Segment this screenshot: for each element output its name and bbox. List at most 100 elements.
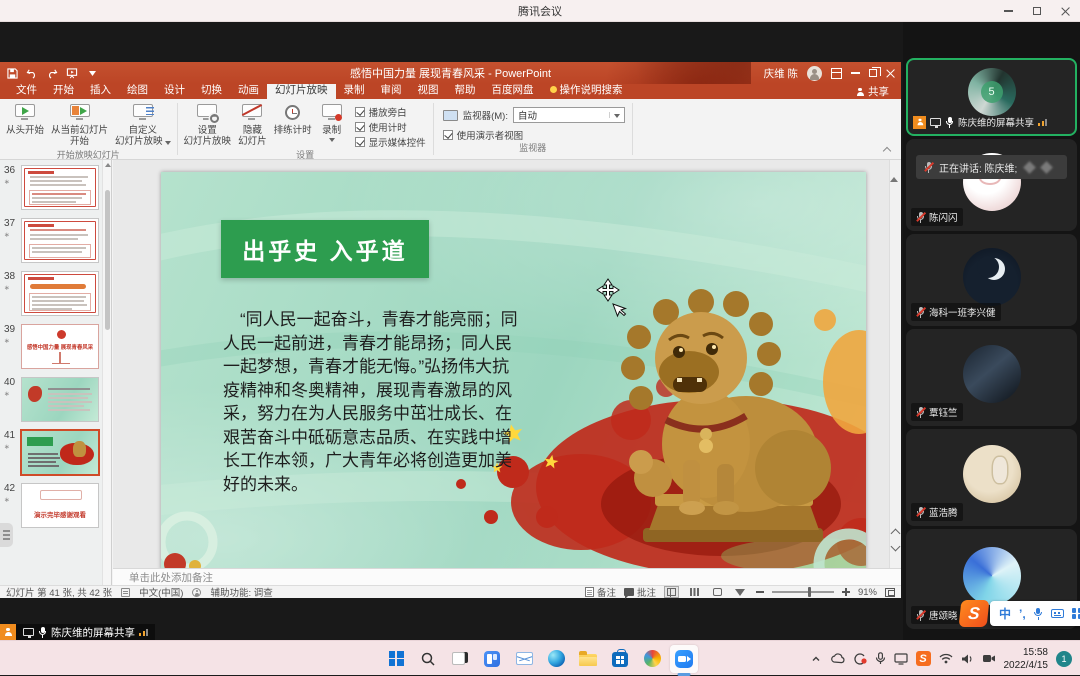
video-tile[interactable]: 蓝浩腾 <box>906 429 1077 526</box>
spellcheck-icon[interactable] <box>121 588 130 597</box>
slide-thumbnail-38[interactable] <box>21 271 99 316</box>
office-app-button[interactable] <box>638 645 666 673</box>
scroll-up-icon[interactable] <box>890 160 898 182</box>
video-tile[interactable]: 正在讲话: 陈庆维; 陈闪闪 <box>906 139 1077 231</box>
undo-icon[interactable] <box>26 67 38 79</box>
zoom-in-icon[interactable] <box>842 588 850 596</box>
zoom-slider-thumb[interactable] <box>808 587 812 597</box>
slide-thumbnail-37[interactable] <box>21 218 99 263</box>
maximize-icon[interactable] <box>1033 7 1041 15</box>
zoom-slider[interactable] <box>772 591 834 593</box>
wifi-icon[interactable] <box>939 653 953 664</box>
slide-body-text[interactable]: “同人民一起奋斗，青春才能亮丽；同人民一起前进，青春才能昂扬；同人民一起梦想，青… <box>223 308 521 496</box>
start-button[interactable] <box>382 645 410 673</box>
record-slideshow-button[interactable]: 录制 <box>316 101 348 142</box>
volume-icon[interactable] <box>961 653 974 665</box>
zoom-level[interactable]: 91% <box>858 587 877 598</box>
search-button[interactable] <box>414 645 442 673</box>
notes-pane[interactable]: 单击此处添加备注 <box>113 568 901 585</box>
slide-sorter-view-button[interactable] <box>687 586 702 598</box>
save-icon[interactable] <box>6 67 18 79</box>
video-tile[interactable]: 海科一班李兴健 <box>906 234 1077 326</box>
taskbar-clock[interactable]: 15:58 2022/4/15 <box>1004 646 1049 672</box>
normal-view-button[interactable] <box>664 586 679 598</box>
tray-expand-chevron-icon[interactable] <box>810 653 822 665</box>
slide-title-box[interactable]: 出乎史 入乎道 <box>221 220 429 278</box>
next-slide-icon[interactable] <box>891 542 901 552</box>
from-current-slide-button[interactable]: 从当前幻灯片开始 <box>48 101 111 148</box>
edge-button[interactable] <box>542 645 570 673</box>
slide-thumbnail-36[interactable] <box>21 165 99 210</box>
ppt-close-icon[interactable] <box>886 69 895 78</box>
show-media-controls-checkbox[interactable]: 显示媒体控件 <box>355 135 426 148</box>
file-explorer-button[interactable] <box>574 645 602 673</box>
slideshow-view-button[interactable] <box>733 586 748 598</box>
mail-button[interactable] <box>510 645 538 673</box>
participant-name: 蓝浩腾 <box>929 505 958 519</box>
video-tile[interactable]: 覃钰竺 <box>906 329 1077 426</box>
slide-thumbnail-42[interactable]: 演示完毕感谢观看 <box>21 483 99 528</box>
rehearse-timings-button[interactable]: 排练计时 <box>271 101 315 136</box>
canvas-scrollbar[interactable] <box>889 160 901 568</box>
onedrive-icon[interactable] <box>830 653 845 665</box>
custom-slideshow-button[interactable]: 自定义 幻灯片放映 <box>112 101 174 148</box>
collapse-ribbon-icon[interactable] <box>883 146 891 154</box>
use-timings-checkbox[interactable]: 使用计时 <box>355 120 426 133</box>
accessibility-status[interactable]: 辅助功能: 调查 <box>210 585 272 599</box>
previous-slide-icon[interactable] <box>891 529 901 539</box>
slide-thumbnail-41-selected[interactable] <box>21 430 99 475</box>
cast-display-icon[interactable] <box>894 653 908 665</box>
voice-input-icon[interactable] <box>1034 608 1043 620</box>
tray-mic-icon[interactable] <box>875 652 886 665</box>
fit-slide-to-window-icon[interactable] <box>885 588 895 597</box>
qat-customize-caret-icon[interactable] <box>86 67 98 79</box>
share-button[interactable]: 共享 <box>856 84 889 99</box>
account-avatar[interactable] <box>807 66 822 81</box>
screen-share-indicator[interactable]: 陈庆维的屏幕共享 <box>0 624 155 640</box>
task-view-button[interactable] <box>446 645 474 673</box>
soft-keyboard-icon[interactable] <box>1051 609 1064 618</box>
hide-slide-button[interactable]: 隐藏幻灯片 <box>235 101 270 148</box>
participant-video-sidebar: 5 陈庆维的屏幕共享 正在讲话: 陈庆维; 陈闪闪 海科一班李兴健 覃钰竺 蓝浩… <box>903 22 1080 640</box>
ppt-restore-icon[interactable] <box>869 69 877 77</box>
scroll-up-icon[interactable] <box>105 163 111 167</box>
slide-thumbnail-40[interactable] <box>21 377 99 422</box>
punctuation-toggle[interactable]: ’, <box>1019 607 1026 621</box>
rehearse-timings-icon <box>280 103 306 124</box>
start-slideshow-icon[interactable] <box>66 67 78 79</box>
screen-record-icon[interactable] <box>853 652 867 665</box>
language-indicator[interactable]: 中文(中国) <box>139 585 183 599</box>
use-presenter-view-checkbox[interactable]: 使用演示者视图 <box>443 128 625 141</box>
minimize-icon[interactable] <box>1004 10 1013 12</box>
comments-button[interactable]: 批注 <box>624 585 656 599</box>
mic-muted-icon <box>916 307 925 318</box>
video-tile-screen-share[interactable]: 5 陈庆维的屏幕共享 <box>906 58 1077 136</box>
ribbon-display-options-icon[interactable] <box>831 68 842 79</box>
setup-slideshow-button[interactable]: 设置幻灯片放映 <box>181 101 235 148</box>
account-name[interactable]: 庆维 陈 <box>764 66 798 81</box>
reading-view-button[interactable] <box>710 586 725 598</box>
from-beginning-button[interactable]: 从头开始 <box>3 101 47 136</box>
slide-number: 39 <box>4 324 15 335</box>
microsoft-store-button[interactable] <box>606 645 634 673</box>
monitor-select[interactable]: 自动 <box>513 107 625 123</box>
close-icon[interactable] <box>1061 7 1070 16</box>
slide-41[interactable]: 出乎史 入乎道 “同人民一起奋斗，青春才能亮丽；同人民一起前进，青春才能昂扬；同… <box>161 172 866 568</box>
tencent-meeting-button[interactable] <box>670 645 698 673</box>
play-narrations-checkbox[interactable]: 播放旁白 <box>355 105 426 118</box>
notes-button[interactable]: 备注 <box>585 585 616 599</box>
zoom-out-icon[interactable] <box>756 591 764 593</box>
input-language-toggle[interactable]: 中 <box>999 605 1011 622</box>
camera-device-icon[interactable] <box>982 653 996 664</box>
widgets-button[interactable] <box>478 645 506 673</box>
panel-grip-handle[interactable] <box>0 523 13 547</box>
slide-thumbnail-39[interactable]: 感悟中国力量 展现青春风采 <box>21 324 99 369</box>
toolbox-icon[interactable] <box>1072 608 1080 619</box>
sogou-logo[interactable]: S <box>959 600 990 627</box>
ppt-minimize-icon[interactable] <box>851 72 860 73</box>
thumbnail-scrollbar[interactable] <box>102 160 111 585</box>
redo-icon[interactable] <box>46 67 58 79</box>
sogou-tray-icon[interactable]: S <box>916 651 931 666</box>
notification-count-badge[interactable]: 1 <box>1056 651 1072 667</box>
scrollbar-thumb[interactable] <box>105 190 110 330</box>
